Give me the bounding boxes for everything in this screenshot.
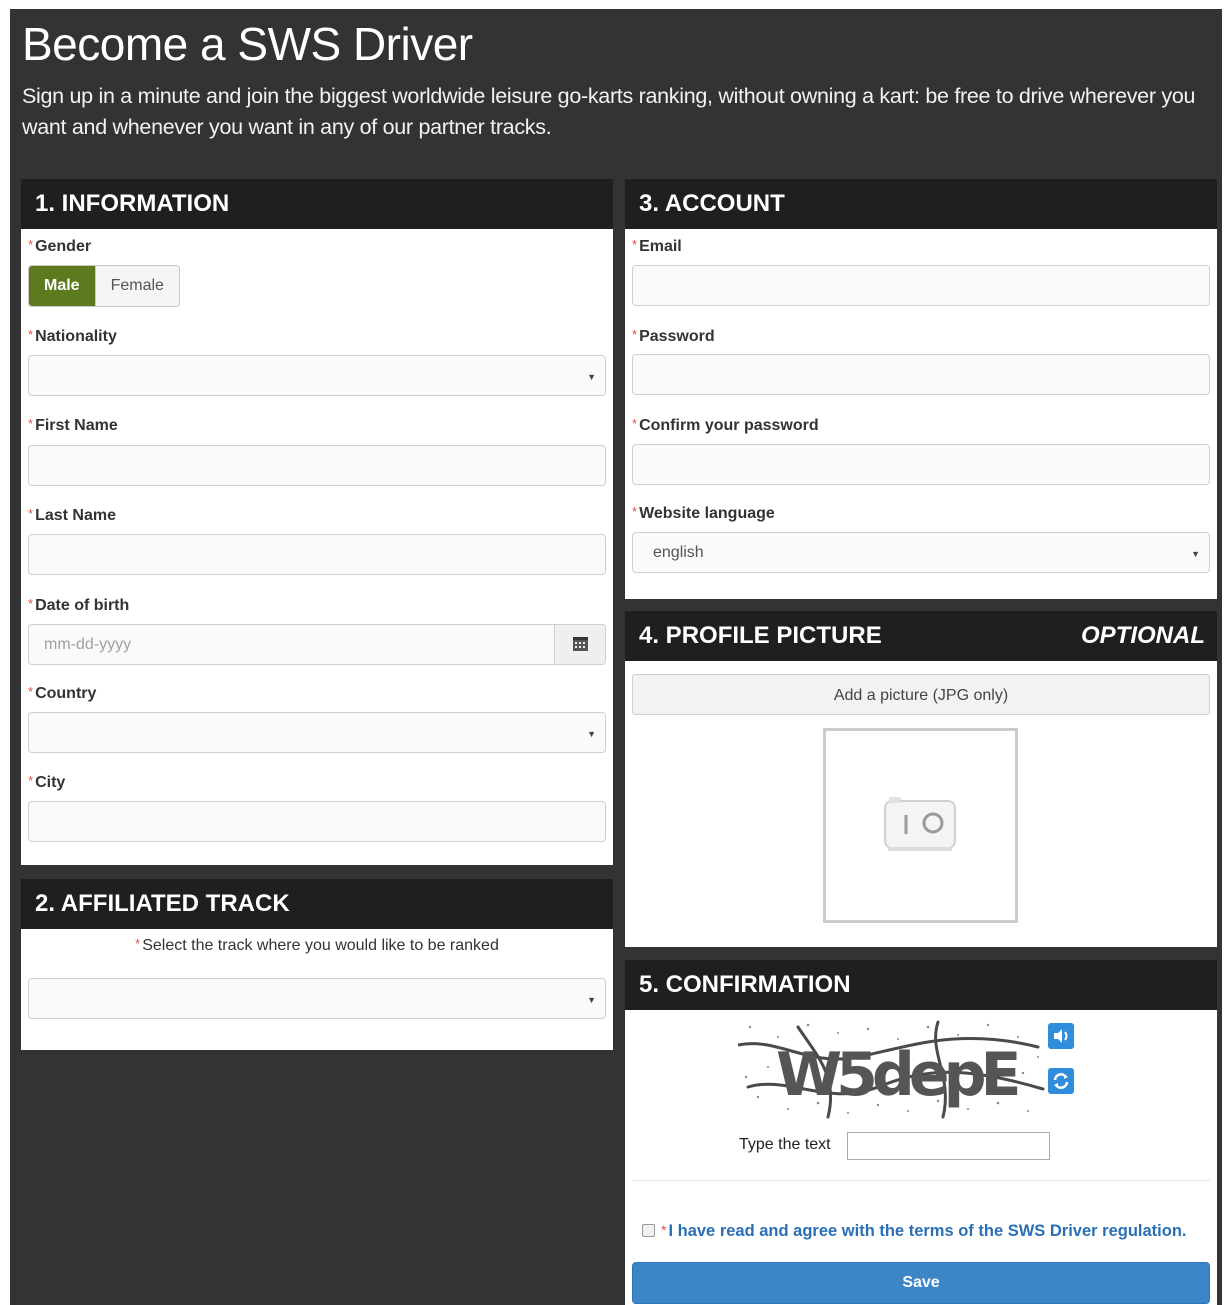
required-marker: * [632, 237, 638, 252]
information-panel: 1. INFORMATION * Gender Male Female * Nati… [21, 179, 613, 865]
account-heading: 3. ACCOUNT [625, 179, 1217, 229]
nationality-select[interactable]: ▼ [28, 355, 606, 396]
add-picture-button[interactable]: Add a picture (JPG only) [632, 674, 1210, 715]
password-field[interactable] [632, 354, 1210, 395]
required-marker: * [632, 416, 638, 431]
profile-picture-heading-text: 4. PROFILE PICTURE [639, 622, 882, 649]
track-prompt-text: Select the track where you would like to… [142, 937, 499, 954]
affiliated-track-panel: 2. AFFILIATED TRACK * Select the track wh… [21, 879, 613, 1050]
terms-label[interactable]: * I have read and agree with the terms of… [661, 1222, 1187, 1241]
caret-down-icon: ▼ [587, 995, 596, 1005]
affiliated-track-heading: 2. AFFILIATED TRACK [21, 879, 613, 929]
page-subtitle: Sign up in a minute and join the biggest… [22, 84, 1196, 139]
picture-preview [823, 728, 1018, 923]
first-name-label-text: First Name [35, 417, 118, 434]
language-value: english [653, 544, 704, 561]
gender-male-button[interactable]: Male [29, 266, 95, 306]
terms-link[interactable]: I have read and agree with the terms of … [668, 1222, 1186, 1240]
divider [632, 1180, 1210, 1181]
city-label-text: City [35, 774, 66, 791]
calendar-icon [573, 637, 588, 651]
last-name-field[interactable] [28, 534, 606, 575]
required-marker: * [632, 504, 638, 519]
country-label-text: Country [35, 685, 97, 702]
captcha-graphic: W5depE [736, 1017, 1048, 1125]
caret-down-icon: ▼ [587, 372, 596, 382]
language-label: * Website language [632, 504, 775, 523]
camera-icon [884, 797, 956, 851]
caret-down-icon: ▼ [1191, 549, 1200, 559]
account-panel: 3. ACCOUNT * Email * Password * Confirm you… [625, 179, 1217, 599]
email-label: * Email [632, 237, 682, 256]
dob-label-text: Date of birth [35, 597, 130, 614]
optional-tag: OPTIONAL [1081, 622, 1205, 649]
required-marker: * [28, 327, 34, 342]
language-select[interactable]: english ▼ [632, 532, 1210, 573]
captcha-input[interactable] [847, 1132, 1050, 1160]
required-marker: * [28, 506, 34, 521]
profile-picture-heading: 4. PROFILE PICTURE OPTIONAL [625, 611, 1217, 661]
last-name-label: * Last Name [28, 506, 116, 525]
track-select[interactable]: ▼ [28, 978, 606, 1019]
caret-down-icon: ▼ [587, 729, 596, 739]
dob-field[interactable]: mm-dd-yyyy [28, 624, 606, 665]
gender-toggle: Male Female [28, 265, 180, 307]
gender-label-text: Gender [35, 238, 92, 255]
required-marker: * [28, 773, 34, 788]
dob-placeholder: mm-dd-yyyy [44, 636, 132, 653]
last-name-label-text: Last Name [35, 507, 116, 524]
captcha-text: W5depE [776, 1040, 1018, 1110]
required-marker: * [28, 596, 34, 611]
email-label-text: Email [639, 238, 682, 255]
confirmation-panel: 5. CONFIRMATION W5depE Type the text * I… [625, 960, 1217, 1305]
profile-picture-panel: 4. PROFILE PICTURE OPTIONAL Add a pictur… [625, 611, 1217, 947]
speaker-icon [1054, 1029, 1068, 1043]
required-marker: * [28, 237, 34, 252]
country-label: * Country [28, 684, 96, 703]
gender-female-button[interactable]: Female [94, 266, 179, 306]
captcha-refresh-button[interactable] [1048, 1068, 1074, 1094]
terms-checkbox[interactable] [642, 1224, 655, 1237]
save-button[interactable]: Save [632, 1262, 1210, 1304]
page-background: Become a SWS Driver Sign up in a minute … [10, 9, 1222, 1305]
nationality-label-text: Nationality [35, 328, 117, 345]
dob-label: * Date of birth [28, 596, 129, 615]
page-title: Become a SWS Driver [22, 18, 473, 70]
required-marker: * [28, 684, 34, 699]
country-select[interactable]: ▼ [28, 712, 606, 753]
type-text-label: Type the text [739, 1136, 831, 1153]
first-name-field[interactable] [28, 445, 606, 486]
city-label: * City [28, 773, 65, 792]
confirm-password-label-text: Confirm your password [639, 417, 819, 434]
password-label-text: Password [639, 328, 715, 345]
confirm-password-field[interactable] [632, 444, 1210, 485]
password-label: * Password [632, 327, 715, 346]
gender-label: * Gender [28, 237, 91, 256]
captcha-image: W5depE [736, 1017, 1048, 1125]
email-field[interactable] [632, 265, 1210, 306]
nationality-label: * Nationality [28, 327, 117, 346]
first-name-label: * First Name [28, 416, 118, 435]
track-prompt: * Select the track where you would like t… [21, 936, 613, 955]
information-heading: 1. INFORMATION [21, 179, 613, 229]
city-field[interactable] [28, 801, 606, 842]
language-label-text: Website language [639, 505, 775, 522]
required-marker: * [135, 936, 141, 951]
captcha-audio-button[interactable] [1048, 1023, 1074, 1049]
calendar-button[interactable] [554, 625, 605, 664]
confirmation-heading: 5. CONFIRMATION [625, 960, 1217, 1010]
required-marker: * [661, 1222, 667, 1238]
confirm-password-label: * Confirm your password [632, 416, 819, 435]
required-marker: * [28, 416, 34, 431]
required-marker: * [632, 327, 638, 342]
refresh-icon [1053, 1073, 1069, 1089]
